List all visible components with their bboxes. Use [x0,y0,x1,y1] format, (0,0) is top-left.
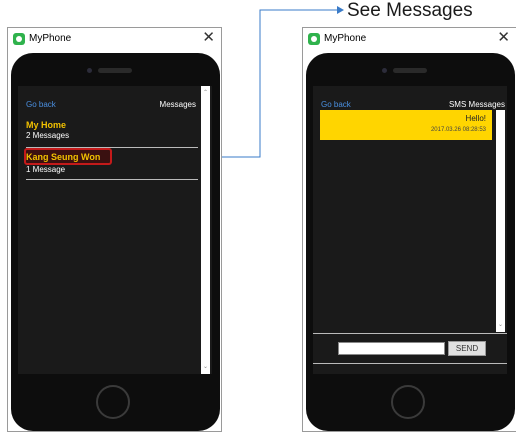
speaker-grille [393,68,427,73]
divider [26,179,198,180]
scroll-down-arrow-icon[interactable]: ⌄ [201,363,210,371]
message-bubble: Hello! 2017.03.26 08:28:53 [320,110,492,140]
scroll-up-arrow-icon[interactable]: ⌃ [201,89,210,97]
go-back-link[interactable]: Go back [321,100,351,109]
send-button[interactable]: SEND [448,341,486,356]
screen-header: SMS Messages [448,100,505,109]
home-button-icon[interactable] [96,385,130,419]
message-input[interactable] [338,342,445,355]
phone-frame: Go back SMS Messages Hello! 2017.03.26 0… [306,53,515,431]
phone-screen: Go back Messages My Home 2 Messages Kang… [18,86,212,374]
scrollbar[interactable]: ⌄ [496,110,505,332]
conversation-name: My Home [26,120,67,130]
title-bar: MyPhone ✕ [303,28,516,50]
scroll-down-arrow-icon[interactable]: ⌄ [496,321,505,329]
message-text: Hello! [465,114,486,123]
scrollbar[interactable]: ⌃ ⌄ [201,86,210,374]
camera-icon [87,68,92,73]
message-timestamp: 2017.03.26 08:28:53 [430,127,486,133]
camera-icon [382,68,387,73]
close-icon[interactable]: ✕ [497,29,510,47]
phone-app-icon [13,33,25,45]
phone-screen: Go back SMS Messages Hello! 2017.03.26 0… [313,86,507,374]
conversation-count: 2 Messages [26,131,70,140]
phone-app-icon [308,33,320,45]
screen-header: Messages [159,100,196,109]
divider [313,333,507,334]
window-title: MyPhone [324,33,367,44]
go-back-link[interactable]: Go back [26,100,56,109]
conversation-count: 1 Message [26,165,66,174]
divider [313,363,507,364]
conversation-name: Kang Seung Won [26,152,101,162]
close-icon[interactable]: ✕ [202,29,215,47]
sms-window: MyPhone ✕ Go back SMS Messages Hello! 20… [302,27,516,432]
messages-window: MyPhone ✕ Go back Messages My Home 2 Mes… [7,27,222,432]
title-bar: MyPhone ✕ [8,28,221,50]
speaker-grille [98,68,132,73]
see-messages-callout: See Messages [347,0,473,21]
phone-frame: Go back Messages My Home 2 Messages Kang… [11,53,220,431]
home-button-icon[interactable] [391,385,425,419]
window-title: MyPhone [29,33,72,44]
